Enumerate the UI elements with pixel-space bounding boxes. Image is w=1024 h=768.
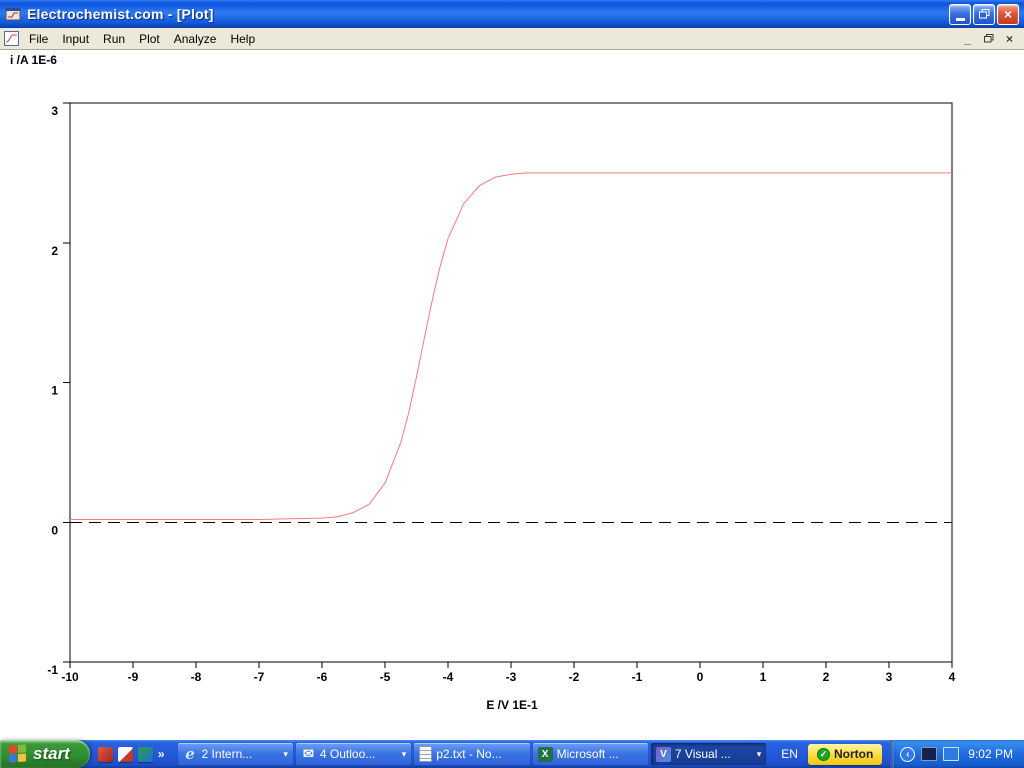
menu-help[interactable]: Help <box>223 29 262 49</box>
dropdown-arrow-icon[interactable]: ▾ <box>402 749 407 760</box>
mdi-window-controls: _ × <box>959 31 1018 46</box>
x-tick-label: -10 <box>61 670 79 684</box>
tray-collapse-chevron-icon[interactable]: ‹ <box>900 747 915 762</box>
task-label: p2.txt - No... <box>436 747 524 761</box>
restore-button[interactable] <box>973 4 995 25</box>
taskbar-tasks: e2 Intern...▾✉4 Outloo...▾p2.txt - No...… <box>173 743 772 765</box>
task-button-internet-explorer[interactable]: e 2 Intern...▾ <box>178 743 293 765</box>
mdi-restore-button[interactable] <box>980 31 997 46</box>
minimize-icon <box>956 18 965 21</box>
mdi-minimize-button[interactable]: _ <box>959 31 976 46</box>
mdi-close-button[interactable]: × <box>1001 31 1018 46</box>
x-tick-label: -6 <box>317 670 328 684</box>
quick-launch-overflow-icon[interactable]: » <box>158 747 165 761</box>
x-tick-label: 3 <box>886 670 893 684</box>
x-tick-label: 1 <box>760 670 767 684</box>
task-button-outlook[interactable]: ✉ 4 Outloo... ▾ <box>296 743 411 765</box>
quick-launch: » <box>90 747 173 762</box>
visual-studio-icon: V <box>656 747 671 762</box>
plot-frame <box>70 103 952 662</box>
norton-check-icon: ✓ <box>817 748 830 761</box>
x-tick-label: 0 <box>697 670 704 684</box>
x-tick-label: -2 <box>569 670 580 684</box>
tray-icon-1[interactable] <box>921 747 937 761</box>
y-tick-label: 2 <box>51 244 58 258</box>
plot-area: -10-9-8-7-6-5-4-3-2-1012343210-1 i /A 1E… <box>0 50 1024 740</box>
y-axis-label: i /A 1E-6 <box>10 53 57 67</box>
tray-icon-2[interactable] <box>943 747 959 761</box>
menu-items: FileInputRunPlotAnalyzeHelp <box>22 29 262 49</box>
start-label: start <box>33 744 70 764</box>
task-label: 2 Intern... <box>202 747 280 761</box>
y-tick-label: -1 <box>47 663 58 677</box>
task-button-excel[interactable]: X Microsoft ... <box>533 743 648 765</box>
task-button-visual-studio[interactable]: V 7 Visual ... ▾ <box>651 743 766 765</box>
x-tick-label: 4 <box>949 670 956 684</box>
x-tick-label: -4 <box>443 670 454 684</box>
language-indicator[interactable]: EN <box>771 747 808 761</box>
menu-plot[interactable]: Plot <box>132 29 167 49</box>
system-tray: ‹ 9:02 PM <box>890 740 1024 768</box>
titlebar: Electrochemist.com - [Plot] × <box>0 0 1024 28</box>
notepad-icon <box>419 746 432 762</box>
window-title: Electrochemist.com - [Plot] <box>27 6 214 22</box>
app-icon <box>4 5 22 23</box>
menubar: FileInputRunPlotAnalyzeHelp _ × <box>0 28 1024 50</box>
task-label: 4 Outloo... <box>320 747 398 761</box>
excel-icon: X <box>538 747 553 762</box>
dropdown-arrow-icon[interactable]: ▾ <box>283 749 288 760</box>
x-tick-label: -7 <box>254 670 265 684</box>
plot-canvas: -10-9-8-7-6-5-4-3-2-1012343210-1 <box>0 50 1024 740</box>
dropdown-arrow-icon[interactable]: ▾ <box>757 749 762 760</box>
taskbar: start » e2 Intern...▾✉4 Outloo...▾p2.txt… <box>0 740 1024 768</box>
quick-launch-icon-3[interactable] <box>138 747 153 762</box>
task-label: Microsoft ... <box>557 747 643 761</box>
start-button[interactable]: start <box>0 740 90 768</box>
x-axis-label: E /V 1E-1 <box>451 698 573 712</box>
window-controls: × <box>949 4 1019 25</box>
minimize-button[interactable] <box>949 4 971 25</box>
x-tick-label: -3 <box>506 670 517 684</box>
y-tick-label: 1 <box>51 384 58 398</box>
internet-explorer-icon: e <box>183 747 198 762</box>
norton-badge[interactable]: ✓ Norton <box>808 744 882 765</box>
menu-run[interactable]: Run <box>96 29 132 49</box>
menu-analyze[interactable]: Analyze <box>167 29 224 49</box>
x-tick-label: -8 <box>191 670 202 684</box>
close-button[interactable]: × <box>997 4 1019 25</box>
norton-label: Norton <box>834 747 873 761</box>
menu-input[interactable]: Input <box>55 29 96 49</box>
x-tick-label: 2 <box>823 670 830 684</box>
outlook-icon: ✉ <box>301 747 316 762</box>
x-tick-label: -5 <box>380 670 391 684</box>
task-label: 7 Visual ... <box>675 747 753 761</box>
x-tick-label: -1 <box>632 670 643 684</box>
quick-launch-icon-2[interactable] <box>118 747 133 762</box>
plot-window-icon <box>4 31 19 46</box>
series-sigmoidal-voltammogram <box>70 173 952 520</box>
y-tick-label: 0 <box>51 523 58 537</box>
windows-flag-icon <box>9 744 27 763</box>
restore-icon <box>979 9 990 19</box>
x-tick-label: -9 <box>128 670 139 684</box>
mdi-restore-icon <box>984 34 994 43</box>
menu-file[interactable]: File <box>22 29 55 49</box>
screen: Electrochemist.com - [Plot] × FileInputR… <box>0 0 1024 768</box>
taskbar-clock: 9:02 PM <box>968 747 1013 761</box>
close-icon: × <box>1004 7 1012 21</box>
y-tick-label: 3 <box>51 104 58 118</box>
quick-launch-icon-1[interactable] <box>98 747 113 762</box>
task-button-notepad[interactable]: p2.txt - No... <box>414 743 529 765</box>
